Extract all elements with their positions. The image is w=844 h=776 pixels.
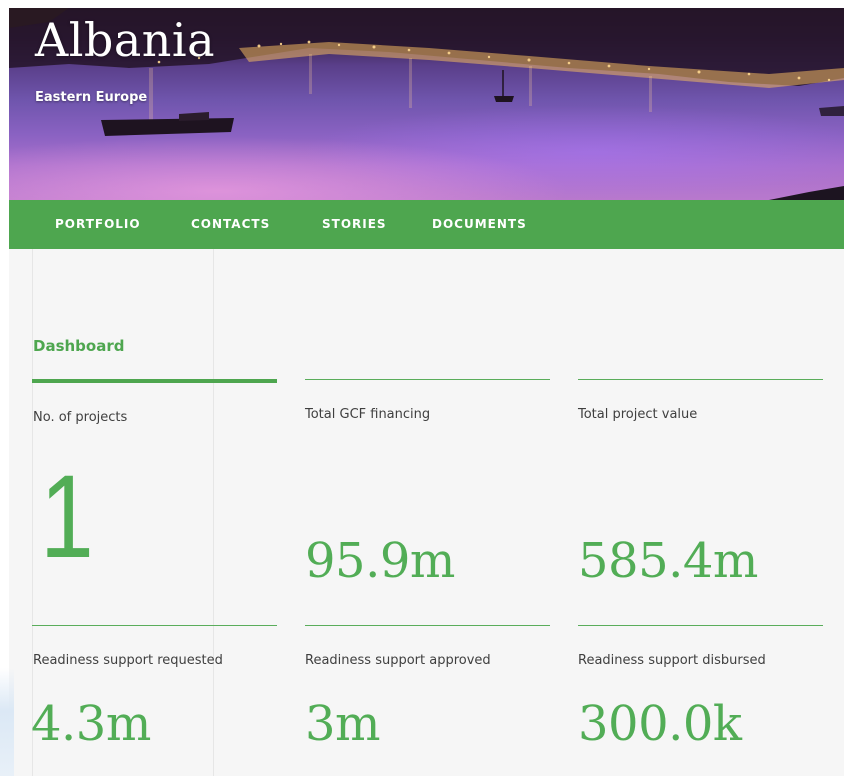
region-subtitle: Eastern Europe <box>35 90 148 105</box>
stat-divider <box>32 625 277 626</box>
section-nav: PORTFOLIO CONTACTS STORIES DOCUMENTS <box>9 200 844 249</box>
nav-item-stories[interactable]: STORIES <box>322 200 387 249</box>
stat-value-projects: 1 <box>40 451 94 583</box>
nav-item-contacts[interactable]: CONTACTS <box>191 200 270 249</box>
stat-divider <box>578 379 823 380</box>
stat-label-readiness-requested: Readiness support requested <box>33 653 223 668</box>
dashboard-heading[interactable]: Dashboard <box>33 337 124 355</box>
edge-fade <box>0 668 14 776</box>
stat-value-project-value: 585.4m <box>578 533 758 589</box>
hero-banner: Albania Eastern Europe <box>9 8 844 200</box>
stat-divider <box>305 625 550 626</box>
dashboard-active-underline <box>32 379 277 383</box>
country-title: Albania <box>35 13 216 67</box>
stat-value-readiness-requested: 4.3m <box>31 696 151 752</box>
stat-label-project-value: Total project value <box>578 407 698 422</box>
stat-divider <box>578 625 823 626</box>
stat-value-gcf-financing: 95.9m <box>305 533 455 589</box>
stat-value-readiness-disbursed: 300.0k <box>578 696 742 752</box>
stat-label-readiness-disbursed: Readiness support disbursed <box>578 653 766 668</box>
stat-label-gcf-financing: Total GCF financing <box>305 407 431 422</box>
nav-item-documents[interactable]: DOCUMENTS <box>432 200 527 249</box>
nav-item-portfolio[interactable]: PORTFOLIO <box>55 200 141 249</box>
stat-value-readiness-approved: 3m <box>305 696 381 752</box>
stat-label-projects: No. of projects <box>33 410 128 425</box>
stat-divider <box>305 379 550 380</box>
stat-label-readiness-approved: Readiness support approved <box>305 653 491 668</box>
column-guide <box>213 249 214 776</box>
